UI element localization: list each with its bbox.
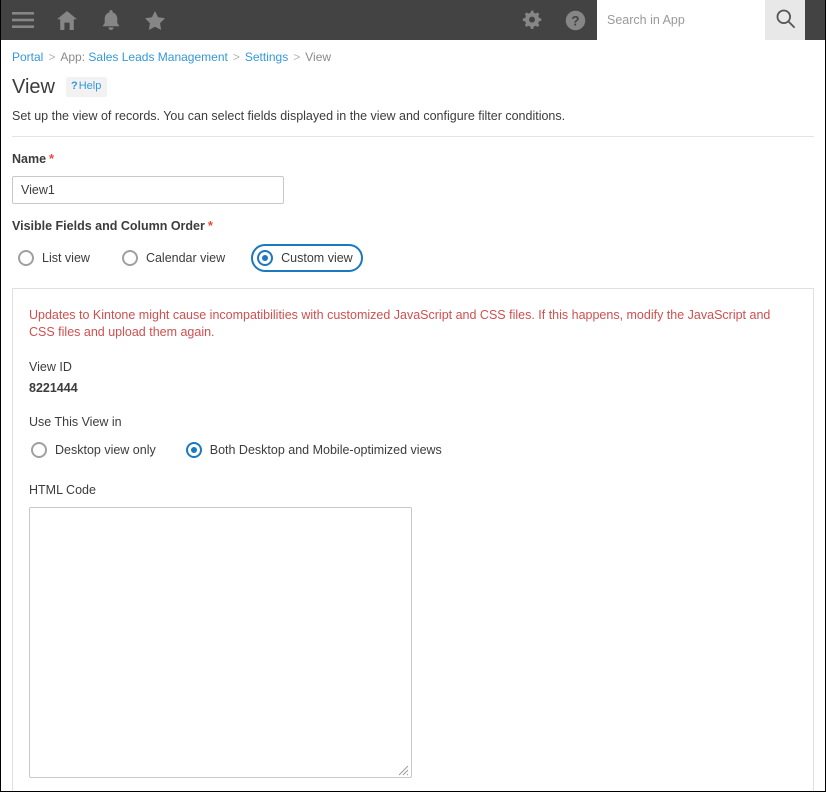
radio-list-view[interactable]: List view (12, 244, 100, 272)
name-field-block: Name * (1, 137, 825, 204)
compatibility-warning: Updates to Kintone might cause incompati… (29, 308, 771, 339)
gear-icon[interactable] (509, 0, 553, 40)
topbar-right-group: ? (509, 0, 825, 40)
radio-calendar-view-label: Calendar view (145, 251, 226, 265)
bell-icon[interactable] (89, 0, 133, 40)
view-id-label: View ID (29, 360, 72, 374)
help-link-label: Help (78, 80, 102, 92)
breadcrumb-separator: > (48, 50, 56, 64)
radio-circle-icon (18, 250, 34, 266)
breadcrumb-item-current: View (305, 50, 332, 64)
page-description: Set up the view of records. You can sele… (12, 109, 566, 123)
view-type-radio-group: List view Calendar view Custom view (12, 244, 825, 272)
use-this-view-block: Use This View in Desktop view only Both … (13, 396, 813, 464)
radio-desktop-and-mobile-label: Both Desktop and Mobile-optimized views (209, 443, 442, 457)
radio-calendar-view[interactable]: Calendar view (116, 244, 235, 272)
breadcrumb: Portal > App: Sales Leads Management > Setti… (1, 40, 825, 64)
breadcrumb-app-prefix: App: (60, 50, 86, 64)
help-question-icon: ? (71, 80, 78, 92)
visible-fields-label: Visible Fields and Column Order * (12, 218, 825, 234)
breadcrumb-item-settings[interactable]: Settings (245, 50, 288, 64)
html-code-block: HTML Code (13, 464, 813, 778)
radio-desktop-only-label: Desktop view only (55, 443, 156, 457)
global-search (597, 0, 805, 40)
required-asterisk-2: * (207, 218, 213, 233)
radio-list-view-label: List view (42, 251, 90, 265)
svg-text:?: ? (571, 13, 579, 28)
help-link[interactable]: ?Help (66, 77, 108, 97)
name-field-label: Name * (12, 151, 825, 167)
radio-desktop-and-mobile[interactable]: Both Desktop and Mobile-optimized views (184, 436, 452, 464)
home-icon[interactable] (45, 0, 89, 40)
name-input[interactable] (12, 176, 284, 204)
topbar-endcap (805, 0, 825, 40)
search-input[interactable] (597, 0, 765, 40)
name-label-text: Name (12, 152, 47, 166)
breadcrumb-item-app[interactable]: Sales Leads Management (88, 50, 227, 64)
html-code-wrapper (29, 507, 412, 778)
search-icon (775, 8, 796, 32)
use-this-view-label: Use This View in (29, 415, 122, 429)
radio-circle-icon (31, 442, 47, 458)
app-page: ? Portal>App: Sales Leads Manageme (0, 0, 826, 792)
radio-custom-view-label: Custom view (281, 251, 353, 265)
breadcrumb-separator-2: > (232, 50, 240, 64)
required-asterisk: * (49, 151, 55, 166)
menu-icon[interactable] (1, 0, 45, 40)
radio-circle-selected-icon (185, 442, 202, 458)
radio-circle-icon (121, 250, 138, 266)
page-title: View (12, 76, 55, 98)
custom-view-panel: Updates to Kintone might cause incompati… (12, 288, 814, 791)
breadcrumb-item-portal[interactable]: Portal (12, 50, 43, 64)
visible-fields-label-text: Visible Fields and Column Order (12, 219, 205, 233)
radio-desktop-only[interactable]: Desktop view only (29, 436, 166, 464)
html-code-label: HTML Code (29, 483, 96, 497)
top-navigation-bar: ? (1, 0, 825, 40)
star-icon[interactable] (133, 0, 177, 40)
breadcrumb-separator-3: > (293, 50, 301, 64)
use-this-view-radio-group: Desktop view only Both Desktop and Mobil… (29, 436, 813, 464)
search-button[interactable] (765, 0, 805, 40)
view-id-block: View ID 8221444 (13, 341, 813, 396)
view-id-value: 8221444 (29, 381, 78, 395)
radio-custom-view[interactable]: Custom view (251, 244, 363, 272)
radio-circle-selected-icon (257, 250, 274, 266)
help-icon[interactable]: ? (553, 0, 597, 40)
visible-fields-block: Visible Fields and Column Order * List vi… (1, 204, 825, 272)
page-header: View ?Help (1, 64, 825, 98)
html-code-textarea[interactable] (29, 507, 412, 778)
enable-pagination-row: Enable pagination (13, 778, 813, 791)
